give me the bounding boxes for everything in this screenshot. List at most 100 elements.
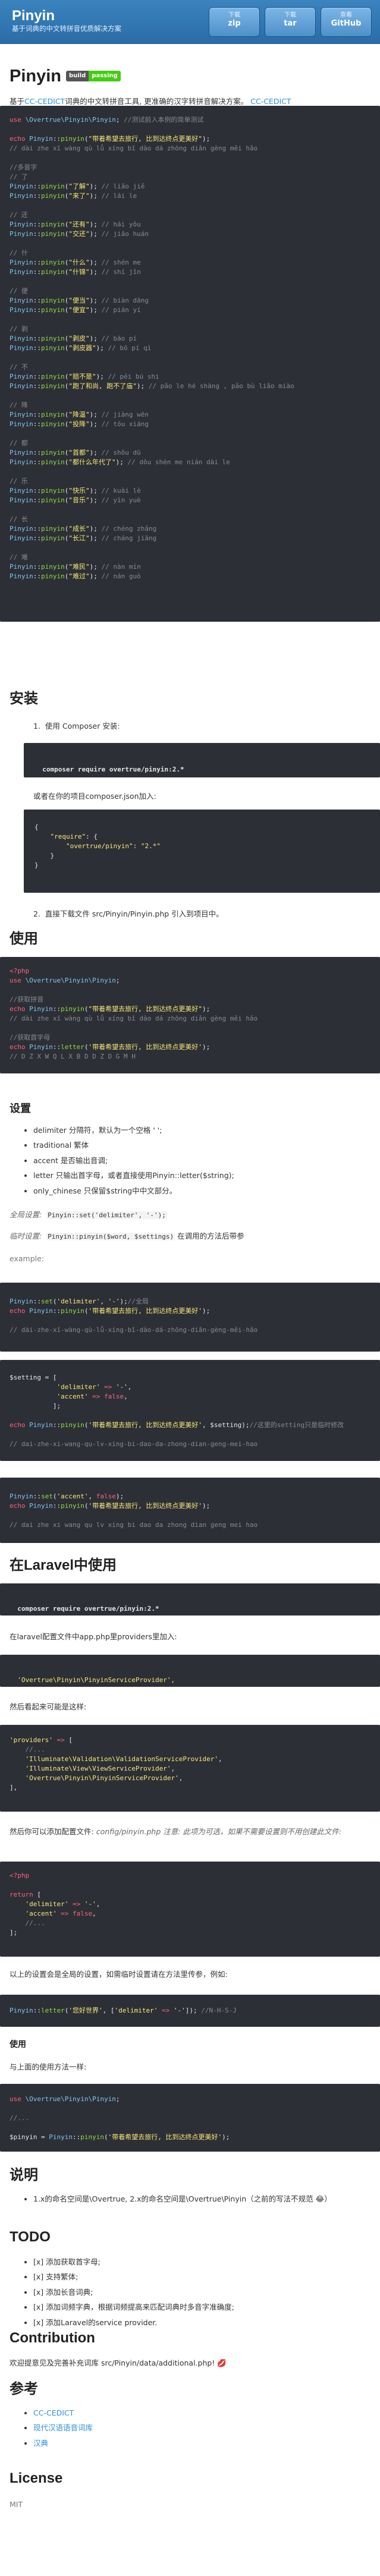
example-3-code-line: Pinyin::set('accent', false); [10, 1492, 124, 1500]
demo-code-line: // 了 [10, 173, 28, 181]
view-github-button[interactable]: 查看 GitHub [321, 7, 372, 37]
config-note: 注意: 此项为可选，如果不需要设置则不用创建此文件: [163, 1827, 342, 1836]
cedict-link-2[interactable]: CC-CEDICT [250, 97, 291, 106]
demo-code-line: Pinyin::pinyin("什锦"); // shí jǐn [10, 268, 141, 276]
json-code-line: "require": { [50, 833, 98, 840]
todo-list: [x] 添加获取首字母; [x] 支持繁体; [x] 添加长音词典; [x] 添加词频… [0, 2256, 380, 2332]
temp-setting-code: Pinyin::pinyin($word, $settings) [46, 1233, 175, 1240]
demo-code-line: // 便 [10, 287, 28, 295]
demo-code-line [10, 505, 370, 515]
demo-code-line [10, 353, 370, 363]
usage-code-line: // D Z X W Q L X B D D Z D G M H [10, 1053, 136, 1060]
composer-json-block: { "require": { "overtrue/pinyin": "2.*" … [24, 810, 380, 893]
settings-example-2: $setting = [ 'delimiter' => '-', 'accent… [0, 1360, 380, 1461]
notes-list: 1.x的命名空间是\Overtrue, 2.x的命名空间是\Overtrue\P… [0, 2193, 380, 2208]
config-code-line: ]; [10, 1929, 18, 1936]
config-code-line [10, 1881, 370, 1890]
laravel-then-text: 然后看起来可能是这样: [10, 1702, 87, 1711]
refs-item[interactable]: 现代汉语语音词库 [33, 2422, 380, 2433]
usage-code-line: echo Pinyin::letter('带着希望去旅行, 比到达终点更美好')… [10, 1043, 211, 1051]
demo-code-line: use \Overtrue\Pinyin\Pinyin; //测试前入本例的简单… [10, 116, 204, 124]
download-zip-button[interactable]: 下载 zip [209, 7, 260, 37]
provider-string: 'Overtrue\Pinyin\PinyinServiceProvider', [17, 1676, 175, 1684]
demo-code-line: Pinyin::pinyin("快乐"); // kuài lè [10, 487, 141, 495]
demo-code-line: Pinyin::pinyin("来了"); // lái le [10, 192, 137, 200]
global-setting-code: Pinyin::set('delimiter', '-'); [46, 1211, 167, 1219]
refs-link[interactable]: CC-CEDICT [33, 2408, 74, 2417]
example-3-code-line: echo Pinyin::pinyin('带着希望去旅行, 比到达终点更美好')… [10, 1502, 211, 1510]
settings-list: delimiter 分隔符，默认为一个空格 ' '; traditional 繁体… [0, 1125, 380, 1200]
install-step-2: 2. 直接下载文件 src/Pinyin/Pinyin.php 引入到项目中。 [0, 908, 380, 919]
refs-item[interactable]: CC-CEDICT [33, 2407, 380, 2418]
config-text: 然后你可以添加配置文件: [10, 1827, 94, 1836]
demo-code-line: Pinyin::pinyin("剥皮"); // bāo pí [10, 335, 137, 342]
json-code-line: } [34, 861, 39, 869]
example-2-code-line [10, 1411, 370, 1421]
example-2-code-line [10, 1430, 370, 1440]
usage-code-line: //获取首字母 [10, 1034, 51, 1041]
settings-example-3: Pinyin::set('accent', false);echo Pinyin… [0, 1478, 380, 1543]
refs-link[interactable]: 现代汉语语音词库 [33, 2423, 93, 2432]
example-3-code-line: // dai zhe xi wang qu lv xing bi dao da … [10, 1521, 258, 1529]
todo-item: [x] 支持繁体; [33, 2271, 380, 2282]
demo-code-line: //多音字 [10, 163, 37, 171]
cedict-link[interactable]: CC-CEDICT [24, 97, 65, 106]
laravel-global-text: 以上的设置会是全局的设置，如需临时设置请在方法里传参，例如: [10, 1970, 228, 1979]
download-tar-label: 下载 [284, 12, 296, 18]
usage-code-line: //获取拼音 [10, 996, 44, 1003]
json-code-line: { [34, 823, 39, 831]
usage-code-block: <?php use \Overtrue\Pinyin\Pinyin; //获取拼音… [0, 957, 380, 1073]
demo-code-line [10, 153, 370, 163]
usage-heading: 使用 [10, 931, 38, 947]
install-heading: 安装 [10, 691, 38, 707]
download-tar-button[interactable]: 下载 tar [265, 7, 316, 37]
example-1-code-line: // dài-zhe-xī-wàng-qù-lǚ-xíng-bǐ-dào-dá-… [10, 1326, 258, 1334]
step-1-text: 使用 Composer 安装: [45, 722, 120, 730]
example-label: example: [10, 1254, 45, 1263]
providers-code-line: 'Overtrue\Pinyin\PinyinServiceProvider', [25, 1774, 183, 1782]
config-code-block: <?php return [ 'delimiter' => '-', 'acce… [0, 1862, 380, 1957]
example-3-code-line [10, 1511, 370, 1520]
build-status-badge[interactable]: build passing [66, 71, 121, 82]
json-code-line: } [34, 852, 55, 859]
global-setting-label: 全局设置: [10, 1210, 42, 1219]
demo-code-line: Pinyin::pinyin("难过"); // nán guò [10, 572, 141, 580]
demo-code-line: Pinyin::pinyin("长江"); // cháng jiāng [10, 534, 157, 542]
demo-code-line: Pinyin::pinyin("剥皮器"); // bō pí qì [10, 344, 152, 352]
demo-code-line: Pinyin::pinyin("什么"); // shén me [10, 259, 141, 266]
demo-code-line [10, 239, 370, 248]
usage-code-line: // dài zhe xī wàng qù lǚ xíng bǐ dào dá … [10, 1015, 258, 1022]
config-code-line: <?php [10, 1872, 30, 1879]
license-text: MIT [10, 2500, 23, 2509]
step-2-text: 直接下载文件 src/Pinyin/Pinyin.php 引入到项目中。 [45, 909, 224, 918]
example-1-code-line: Pinyin::set('delimiter', '-');//全局 [10, 1298, 149, 1305]
letter-code-line: Pinyin::letter('您好世界', ['delimiter' => '… [10, 2007, 237, 2014]
config-code-line: //... [10, 1919, 45, 1927]
demo-code-line [10, 467, 370, 477]
refs-heading: 参考 [10, 2381, 38, 2397]
download-tar-format: tar [284, 19, 297, 28]
install-or-text: 或者在你的项目composer.json加入: [33, 792, 156, 801]
composer-command: composer require overtrue/pinyin:2.* [42, 766, 184, 773]
providers-code-block: 'providers' => [ //... 'Illuminate\Valid… [0, 1725, 380, 1812]
demo-code-line: Pinyin::pinyin("跑了和尚, 跑不了庙"); // pǎo le … [10, 382, 294, 390]
demo-code-line: // 不 [10, 363, 28, 371]
temp-setting-label: 临时设置: [10, 1232, 42, 1240]
download-buttons: 下载 zip 下载 tar 查看 GitHub [209, 7, 372, 37]
demo-code-line: Pinyin::pinyin("音乐"); // yīn yuè [10, 496, 141, 504]
demo-code-line: Pinyin::pinyin("便当"); // biàn dāng [10, 297, 149, 304]
install-step-1: 1. 使用 Composer 安装: [0, 720, 380, 732]
refs-link[interactable]: 汉典 [33, 2439, 48, 2448]
laravel-use-heading: 使用 [10, 2040, 26, 2049]
badge-status: passing [89, 71, 121, 82]
page-title: Pinyin [10, 67, 62, 86]
demo-code-line: Pinyin::pinyin("便宜"); // pián yí [10, 306, 141, 314]
demo-code-line: // 乐 [10, 477, 28, 485]
json-code-line: "overtrue/pinyin": "2.*" [65, 842, 161, 850]
example-2-code-line: ]; [10, 1402, 61, 1410]
usage-code-line [10, 1024, 370, 1033]
settings-item: letter 只输出首字母，或者直接使用Pinyin::letter($stri… [33, 1170, 380, 1181]
refs-item[interactable]: 汉典 [33, 2438, 380, 2449]
example-2-code-line: 'delimiter' => '-', [56, 1383, 132, 1391]
demo-code-line: // 还 [10, 211, 28, 219]
